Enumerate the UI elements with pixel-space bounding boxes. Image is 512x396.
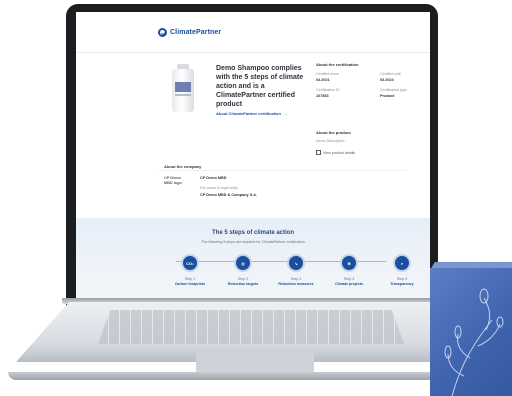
brand-name: ClimatePartner xyxy=(170,29,222,36)
company-name: CP Demo MBD xyxy=(200,176,227,180)
about-product-heading: About the product xyxy=(316,130,351,135)
globe-icon: ⊕ xyxy=(340,254,358,272)
external-link-icon xyxy=(316,150,321,155)
step-4-desc: Climate projects xyxy=(335,282,363,286)
step-5[interactable]: ⌕ Step 5 Transparency xyxy=(382,254,422,286)
certified-since-value: 04.2021 xyxy=(316,78,330,82)
about-certification-link[interactable]: About ClimatePartner certification → xyxy=(216,111,288,116)
step-4-label: Step 4 xyxy=(343,277,355,281)
step-5-label: Step 5 xyxy=(396,277,408,281)
steps-subtitle: The following 5 steps are required for C… xyxy=(201,240,305,244)
certification-id-label: Certification ID xyxy=(316,88,340,92)
laptop-screen: ClimatePartner Demo Shampoo complies wit… xyxy=(76,12,430,298)
step-3-desc: Reduction measures xyxy=(278,282,314,286)
view-product-link[interactable]: View product details xyxy=(316,150,355,155)
company-logo: CP Demo MBD logo xyxy=(164,176,182,185)
legal-entity-value: CP Demo MBD & Company S.A. xyxy=(200,193,258,197)
about-certification-label: About ClimatePartner certification xyxy=(216,111,281,116)
climate-steps-section: The 5 steps of climate action The follow… xyxy=(76,218,430,298)
step-1[interactable]: CO₂ Step 1 Carbon footprints xyxy=(170,254,210,286)
company-heading: About the company xyxy=(164,164,202,169)
step-3-label: Step 3 xyxy=(290,277,302,281)
step-1-label: Step 1 xyxy=(184,277,196,281)
checkmark-circle-icon xyxy=(158,28,167,37)
magnifier-icon: ⌕ xyxy=(393,254,411,272)
shampoo-bottle-image xyxy=(172,64,194,112)
certification-id-value: 167863 xyxy=(316,94,329,98)
product-headline: Demo Shampoo complies with the 5 steps o… xyxy=(216,65,304,108)
certified-until-label: Certified until xyxy=(380,72,401,76)
certified-until-value: 03.2024 xyxy=(380,78,394,82)
reduction-icon: ↘ xyxy=(287,254,305,272)
legal-entity-label: Full name of legal entity xyxy=(200,186,238,190)
bottle-label xyxy=(175,82,191,92)
arrow-right-icon: → xyxy=(283,111,288,116)
bottle-label-stripe xyxy=(175,94,191,96)
certified-since-label: Certified since xyxy=(316,72,339,76)
floral-pattern xyxy=(444,288,504,396)
product-description: Demo Description xyxy=(316,139,345,143)
product-box xyxy=(430,268,512,396)
certification-type-value: Product xyxy=(380,94,395,98)
header-divider xyxy=(76,52,430,53)
laptop-keyboard xyxy=(98,310,404,344)
step-4[interactable]: ⊕ Step 4 Climate projects xyxy=(329,254,369,286)
co2-icon: CO₂ xyxy=(181,254,199,272)
steps-title: The 5 steps of climate action xyxy=(211,230,295,236)
step-3[interactable]: ↘ Step 3 Reduction measures xyxy=(276,254,316,286)
step-5-desc: Transparency xyxy=(390,282,414,286)
climatepartner-logo[interactable]: ClimatePartner xyxy=(158,28,221,37)
step-1-desc: Carbon footprints xyxy=(174,282,206,286)
step-2-label: Step 2 xyxy=(237,277,249,281)
step-2-desc: Reduction targets xyxy=(227,282,259,286)
view-product-label: View product details xyxy=(323,150,356,155)
certification-type-label: Certification type xyxy=(380,88,407,92)
site-header: ClimatePartner xyxy=(76,12,430,50)
laptop-touchpad xyxy=(196,350,314,374)
target-icon: ◎ xyxy=(234,254,252,272)
company-divider xyxy=(158,170,406,171)
step-2[interactable]: ◎ Step 2 Reduction targets xyxy=(223,254,263,286)
certification-heading: About the certification xyxy=(316,62,359,67)
